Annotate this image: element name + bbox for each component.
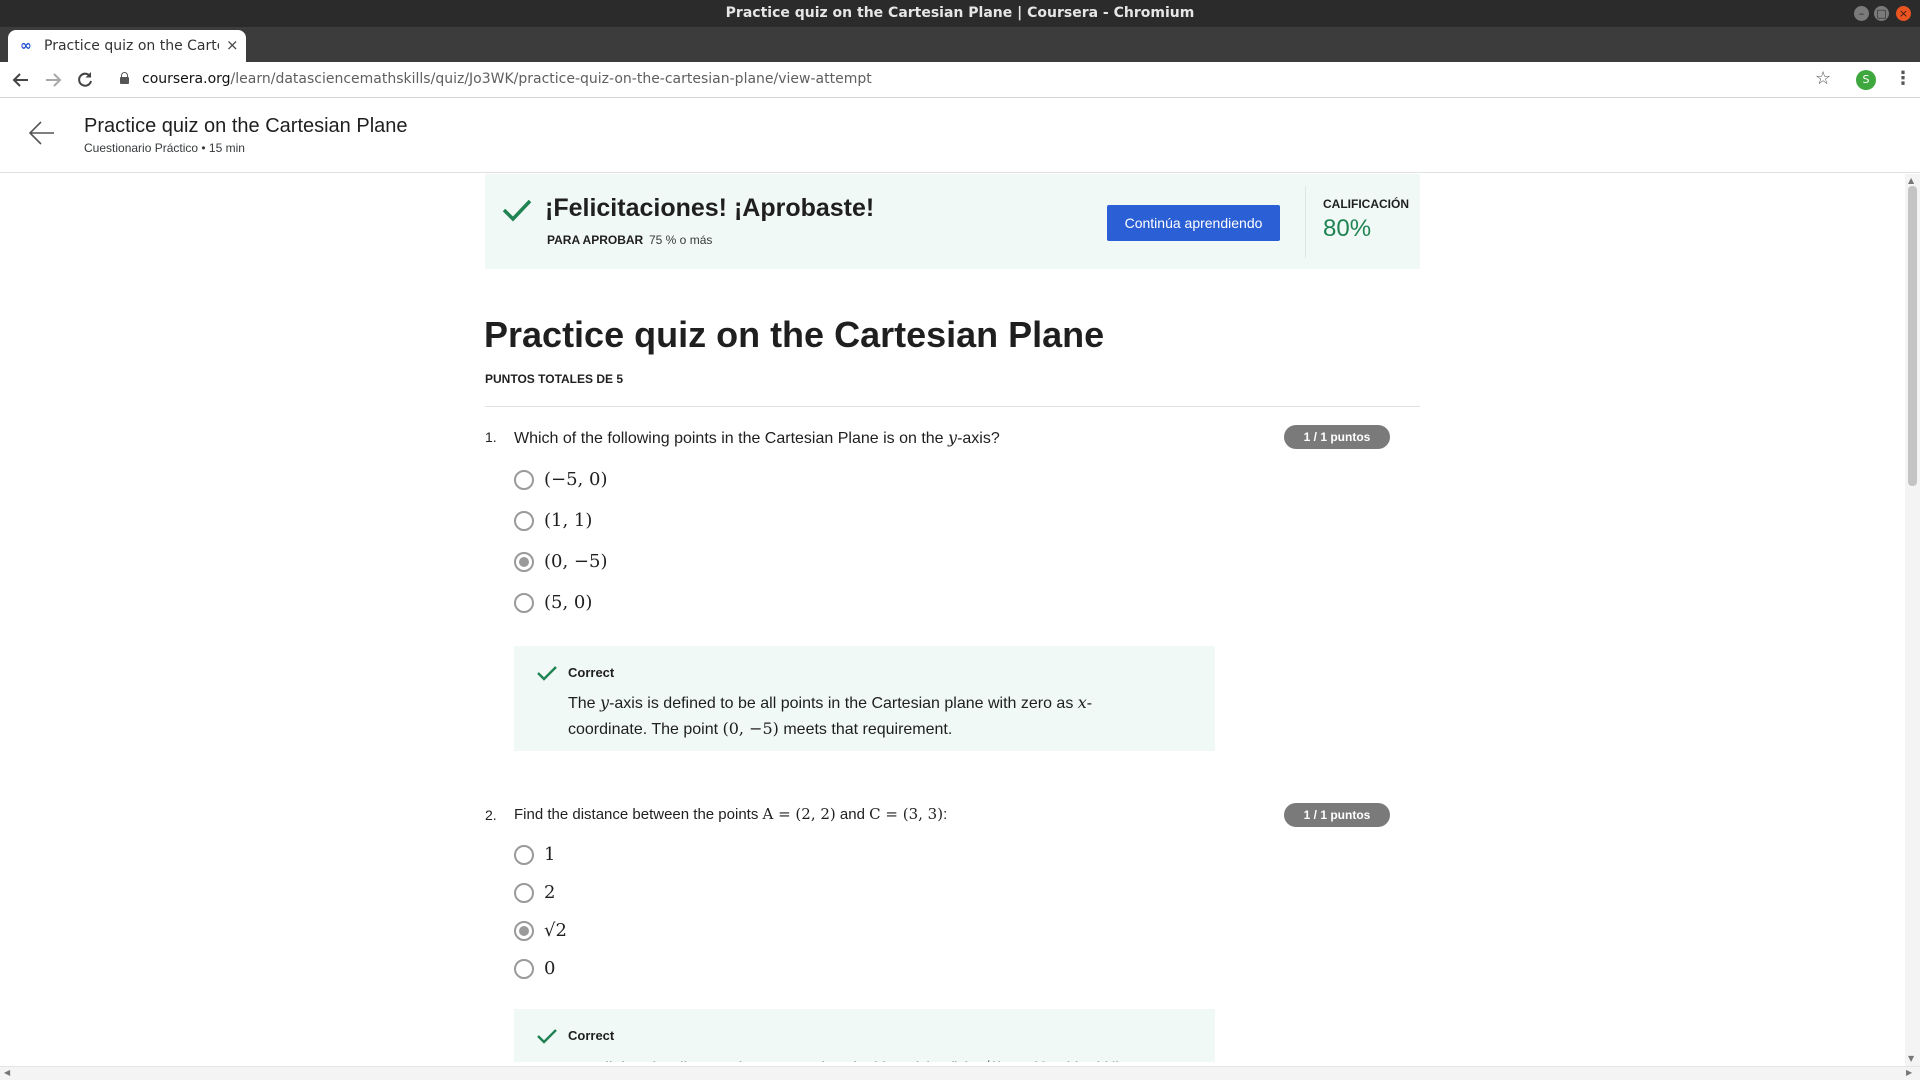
- option-label: (5, 0): [544, 592, 593, 613]
- check-icon: [536, 664, 558, 682]
- option-label: √2: [544, 920, 567, 941]
- page-title: Practice quiz on the Cartesian Plane: [84, 115, 408, 137]
- feedback-part: meets that requirement.: [778, 721, 953, 738]
- pass-label: PARA APROBAR: [547, 233, 644, 247]
- question-text: Find the distance between the points A =…: [514, 805, 947, 823]
- url-host: coursera.org: [142, 71, 231, 87]
- bookmark-star-icon[interactable]: ☆: [1815, 68, 1831, 89]
- math-expression: C = (3, 3): [869, 805, 944, 823]
- window-title: Practice quiz on the Cartesian Plane | C…: [725, 5, 1195, 21]
- points-badge: 1 / 1 puntos: [1284, 803, 1390, 827]
- radio-button[interactable]: [514, 470, 534, 490]
- feedback-title: Correct: [568, 1028, 615, 1043]
- points-badge: 1 / 1 puntos: [1284, 425, 1390, 449]
- question-text-part: Which of the following points in the Car…: [514, 430, 949, 447]
- question-text-part: Find the distance between the points: [514, 806, 763, 823]
- radio-button[interactable]: [514, 845, 534, 865]
- feedback-part: -axis is defined to be all points in the…: [609, 695, 1078, 712]
- horizontal-scrollbar[interactable]: ◀ ▶: [0, 1066, 1920, 1080]
- option-label: (1, 1): [544, 510, 593, 531]
- address-bar[interactable]: coursera.org/learn/datasciencemathskills…: [142, 71, 872, 87]
- feedback-box: Correct Recall that the distance between…: [514, 1009, 1215, 1066]
- feedback-part: -: [1086, 695, 1093, 712]
- feedback-part: coordinate. The point: [568, 721, 723, 738]
- total-points: PUNTOS TOTALES DE 5: [485, 372, 624, 386]
- result-banner: ¡Felicitaciones! ¡Aprobaste! PARA APROBA…: [485, 174, 1420, 269]
- lock-icon[interactable]: [120, 72, 129, 84]
- math-var: y: [600, 693, 610, 712]
- option-label: (0, −5): [544, 551, 608, 572]
- minimize-button[interactable]: –: [1854, 6, 1869, 21]
- feedback-title: Correct: [568, 665, 615, 680]
- congrats-heading: ¡Felicitaciones! ¡Aprobaste!: [545, 194, 875, 222]
- grade-label: CALIFICACIÓN: [1323, 197, 1409, 211]
- vertical-scrollbar[interactable]: ▲ ▼: [1905, 174, 1920, 1068]
- tab-title: Practice quiz on the Cartesian Plane | C…: [44, 38, 219, 54]
- radio-button[interactable]: [514, 593, 534, 613]
- divider: [485, 406, 1420, 407]
- check-icon: [501, 196, 533, 224]
- feedback-text: The y-axis is defined to be all points i…: [568, 690, 1168, 742]
- scroll-right-icon[interactable]: ▶: [1906, 1068, 1912, 1077]
- scrollbar-thumb[interactable]: [1908, 186, 1917, 486]
- close-window-button[interactable]: ×: [1896, 6, 1911, 21]
- back-button[interactable]: [10, 69, 32, 91]
- option-label: 1: [544, 844, 556, 865]
- continue-learning-button[interactable]: Continúa aprendiendo: [1107, 205, 1280, 241]
- page-header: Practice quiz on the Cartesian Plane Cue…: [0, 98, 1920, 173]
- tab-close-icon[interactable]: ×: [226, 36, 239, 54]
- scroll-up-icon[interactable]: ▲: [1908, 176, 1914, 185]
- browser-menu-icon[interactable]: ⋮: [1894, 68, 1912, 89]
- banner-divider: [1305, 186, 1306, 258]
- browser-tab[interactable]: ∞ Practice quiz on the Cartesian Plane |…: [8, 30, 246, 62]
- reload-icon: [78, 72, 92, 87]
- scroll-left-icon[interactable]: ◀: [4, 1068, 10, 1077]
- radio-button[interactable]: [514, 959, 534, 979]
- pass-value: 75 % o más: [649, 233, 713, 247]
- back-arrow-icon[interactable]: [28, 119, 56, 147]
- option-label: (−5, 0): [544, 469, 608, 490]
- tab-strip: ∞ Practice quiz on the Cartesian Plane |…: [0, 27, 1920, 81]
- coursera-favicon-icon: ∞: [20, 38, 32, 54]
- radio-button-selected[interactable]: [514, 921, 534, 941]
- quiz-title: Practice quiz on the Cartesian Plane: [484, 314, 1105, 355]
- profile-avatar[interactable]: S: [1856, 70, 1876, 90]
- check-icon: [536, 1027, 558, 1045]
- question-number: 2.: [485, 807, 497, 823]
- math-var: x: [1077, 693, 1087, 712]
- window-titlebar: Practice quiz on the Cartesian Plane | C…: [0, 0, 1920, 27]
- browser-toolbar: coursera.org/learn/datasciencemathskills…: [0, 62, 1920, 98]
- radio-button[interactable]: [514, 883, 534, 903]
- math-expression: (0, −5): [722, 719, 779, 738]
- radio-button[interactable]: [514, 511, 534, 531]
- option-label: 0: [544, 958, 556, 979]
- question-text-part: :: [943, 806, 948, 823]
- question-text: Which of the following points in the Car…: [514, 428, 1000, 448]
- maximize-button[interactable]: □: [1874, 6, 1889, 21]
- forward-button[interactable]: [42, 69, 64, 91]
- feedback-part: The: [568, 695, 601, 712]
- page-subtitle: Cuestionario Práctico • 15 min: [84, 141, 245, 155]
- option-label: 2: [544, 882, 556, 903]
- math-expression: A = (2, 2): [762, 805, 836, 823]
- grade-value: 80%: [1323, 215, 1372, 242]
- reload-button[interactable]: [74, 69, 96, 91]
- math-var: y: [948, 428, 958, 447]
- scroll-down-icon[interactable]: ▼: [1908, 1054, 1914, 1063]
- url-path: /learn/datasciencemathskills/quiz/Jo3WK/…: [230, 71, 872, 87]
- back-icon: [12, 73, 28, 87]
- forward-icon: [46, 73, 62, 87]
- radio-button-selected[interactable]: [514, 552, 534, 572]
- question-text-part: and: [835, 806, 870, 823]
- feedback-box: Correct The y-axis is defined to be all …: [514, 646, 1215, 751]
- question-number: 1.: [485, 429, 497, 445]
- question-text-part: -axis?: [957, 430, 1000, 447]
